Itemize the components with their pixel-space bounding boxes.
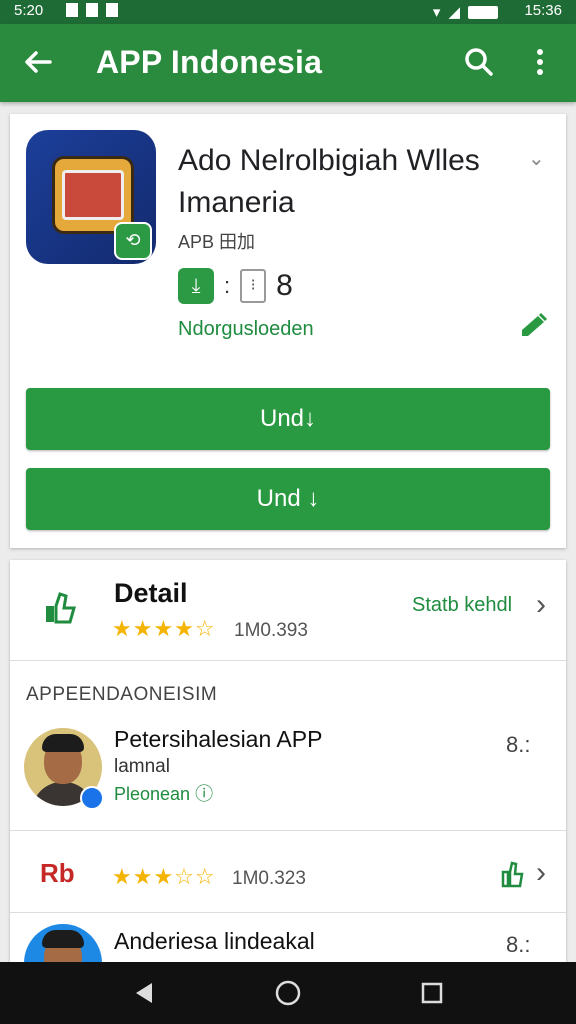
app-header-card: ⟲ Ado Nelrolbigiah Wlles Imaneria ⌄ APB …: [10, 114, 566, 548]
mail-screen-graphic: [62, 170, 124, 220]
search-icon[interactable]: [463, 46, 495, 78]
download-icon: ⤓: [178, 268, 214, 304]
detail-link[interactable]: Statb kehdl: [412, 594, 512, 617]
back-arrow-icon[interactable]: [22, 46, 54, 78]
notification-icons: [66, 3, 118, 17]
system-nav-bar: [0, 962, 576, 1024]
app-subtitle: APB 田加: [178, 232, 256, 252]
notification-icon: [66, 3, 78, 17]
rating-count: 1M0.323: [232, 868, 306, 889]
badge-icon: ⟲: [114, 222, 152, 260]
install-info-row: ⤓ : ⁝ 8: [178, 268, 293, 304]
rating-count: 1M0.393: [234, 620, 308, 641]
notification-icon: [86, 3, 98, 17]
system-icons: ▾ ◢: [433, 3, 498, 21]
info-box-icon: ⁝: [240, 269, 267, 303]
battery-icon: [468, 5, 498, 19]
nav-recents-icon[interactable]: [421, 982, 443, 1004]
nav-back-icon[interactable]: [132, 981, 156, 1005]
thumbs-up-icon: [46, 592, 76, 624]
thumbs-up-icon[interactable]: [500, 860, 524, 888]
divider: [10, 830, 566, 831]
review-menu[interactable]: 8.:: [506, 932, 530, 958]
rating-stars: ★★★★☆: [112, 616, 216, 641]
status-time: 5:20: [14, 2, 44, 19]
reviewer-name[interactable]: Anderiesa lindeakal: [114, 928, 315, 955]
chevron-right-icon[interactable]: ›: [536, 588, 546, 622]
verified-badge-icon: [80, 786, 104, 810]
review-menu[interactable]: 8.:: [506, 732, 530, 758]
nav-home-icon[interactable]: [275, 980, 301, 1006]
status-bar: 5:20 ▾ ◢ 15:36: [0, 0, 576, 24]
divider: [10, 912, 566, 913]
primary-install-button[interactable]: Und↓: [26, 388, 550, 450]
status-clock: 15:36: [524, 2, 562, 19]
chevron-right-icon[interactable]: ›: [536, 856, 546, 890]
chevron-down-icon[interactable]: ⌄: [528, 146, 545, 171]
app-bar: APP Indonesia: [0, 24, 576, 102]
wifi-icon: ▾: [432, 4, 441, 21]
separator: :: [224, 273, 231, 298]
detail-row[interactable]: Detail ★★★★☆ 1M0.393 Statb kehdl ›: [10, 560, 566, 661]
reviewer-subtitle: lamnal: [114, 756, 170, 777]
app-title: Ado Nelrolbigiah Wlles Imaneria: [178, 144, 480, 219]
app-icon: ⟲: [26, 130, 156, 264]
reviewer-name[interactable]: Petersihalesian APP: [114, 726, 322, 753]
notification-icon: [106, 3, 118, 17]
app-bar-title: APP Indonesia: [96, 44, 323, 80]
secondary-install-button[interactable]: Und ↓: [26, 468, 550, 530]
edit-icon[interactable]: [518, 310, 550, 342]
developer-link[interactable]: Ndorgusloeden: [178, 318, 314, 341]
rating-stars: ★★★☆☆: [112, 864, 216, 889]
details-list-card: Detail ★★★★☆ 1M0.393 Statb kehdl › APPEE…: [10, 560, 566, 1002]
more-options-icon[interactable]: [528, 46, 552, 78]
section-header: APPEENDAONEISIM: [26, 684, 218, 705]
signal-icon: ◢: [448, 4, 460, 21]
detail-title: Detail: [114, 578, 188, 608]
install-count: 8: [276, 269, 293, 302]
reviewer-link[interactable]: Pleonean ⓘ: [114, 780, 213, 806]
rb-logo: Rb: [40, 858, 75, 888]
